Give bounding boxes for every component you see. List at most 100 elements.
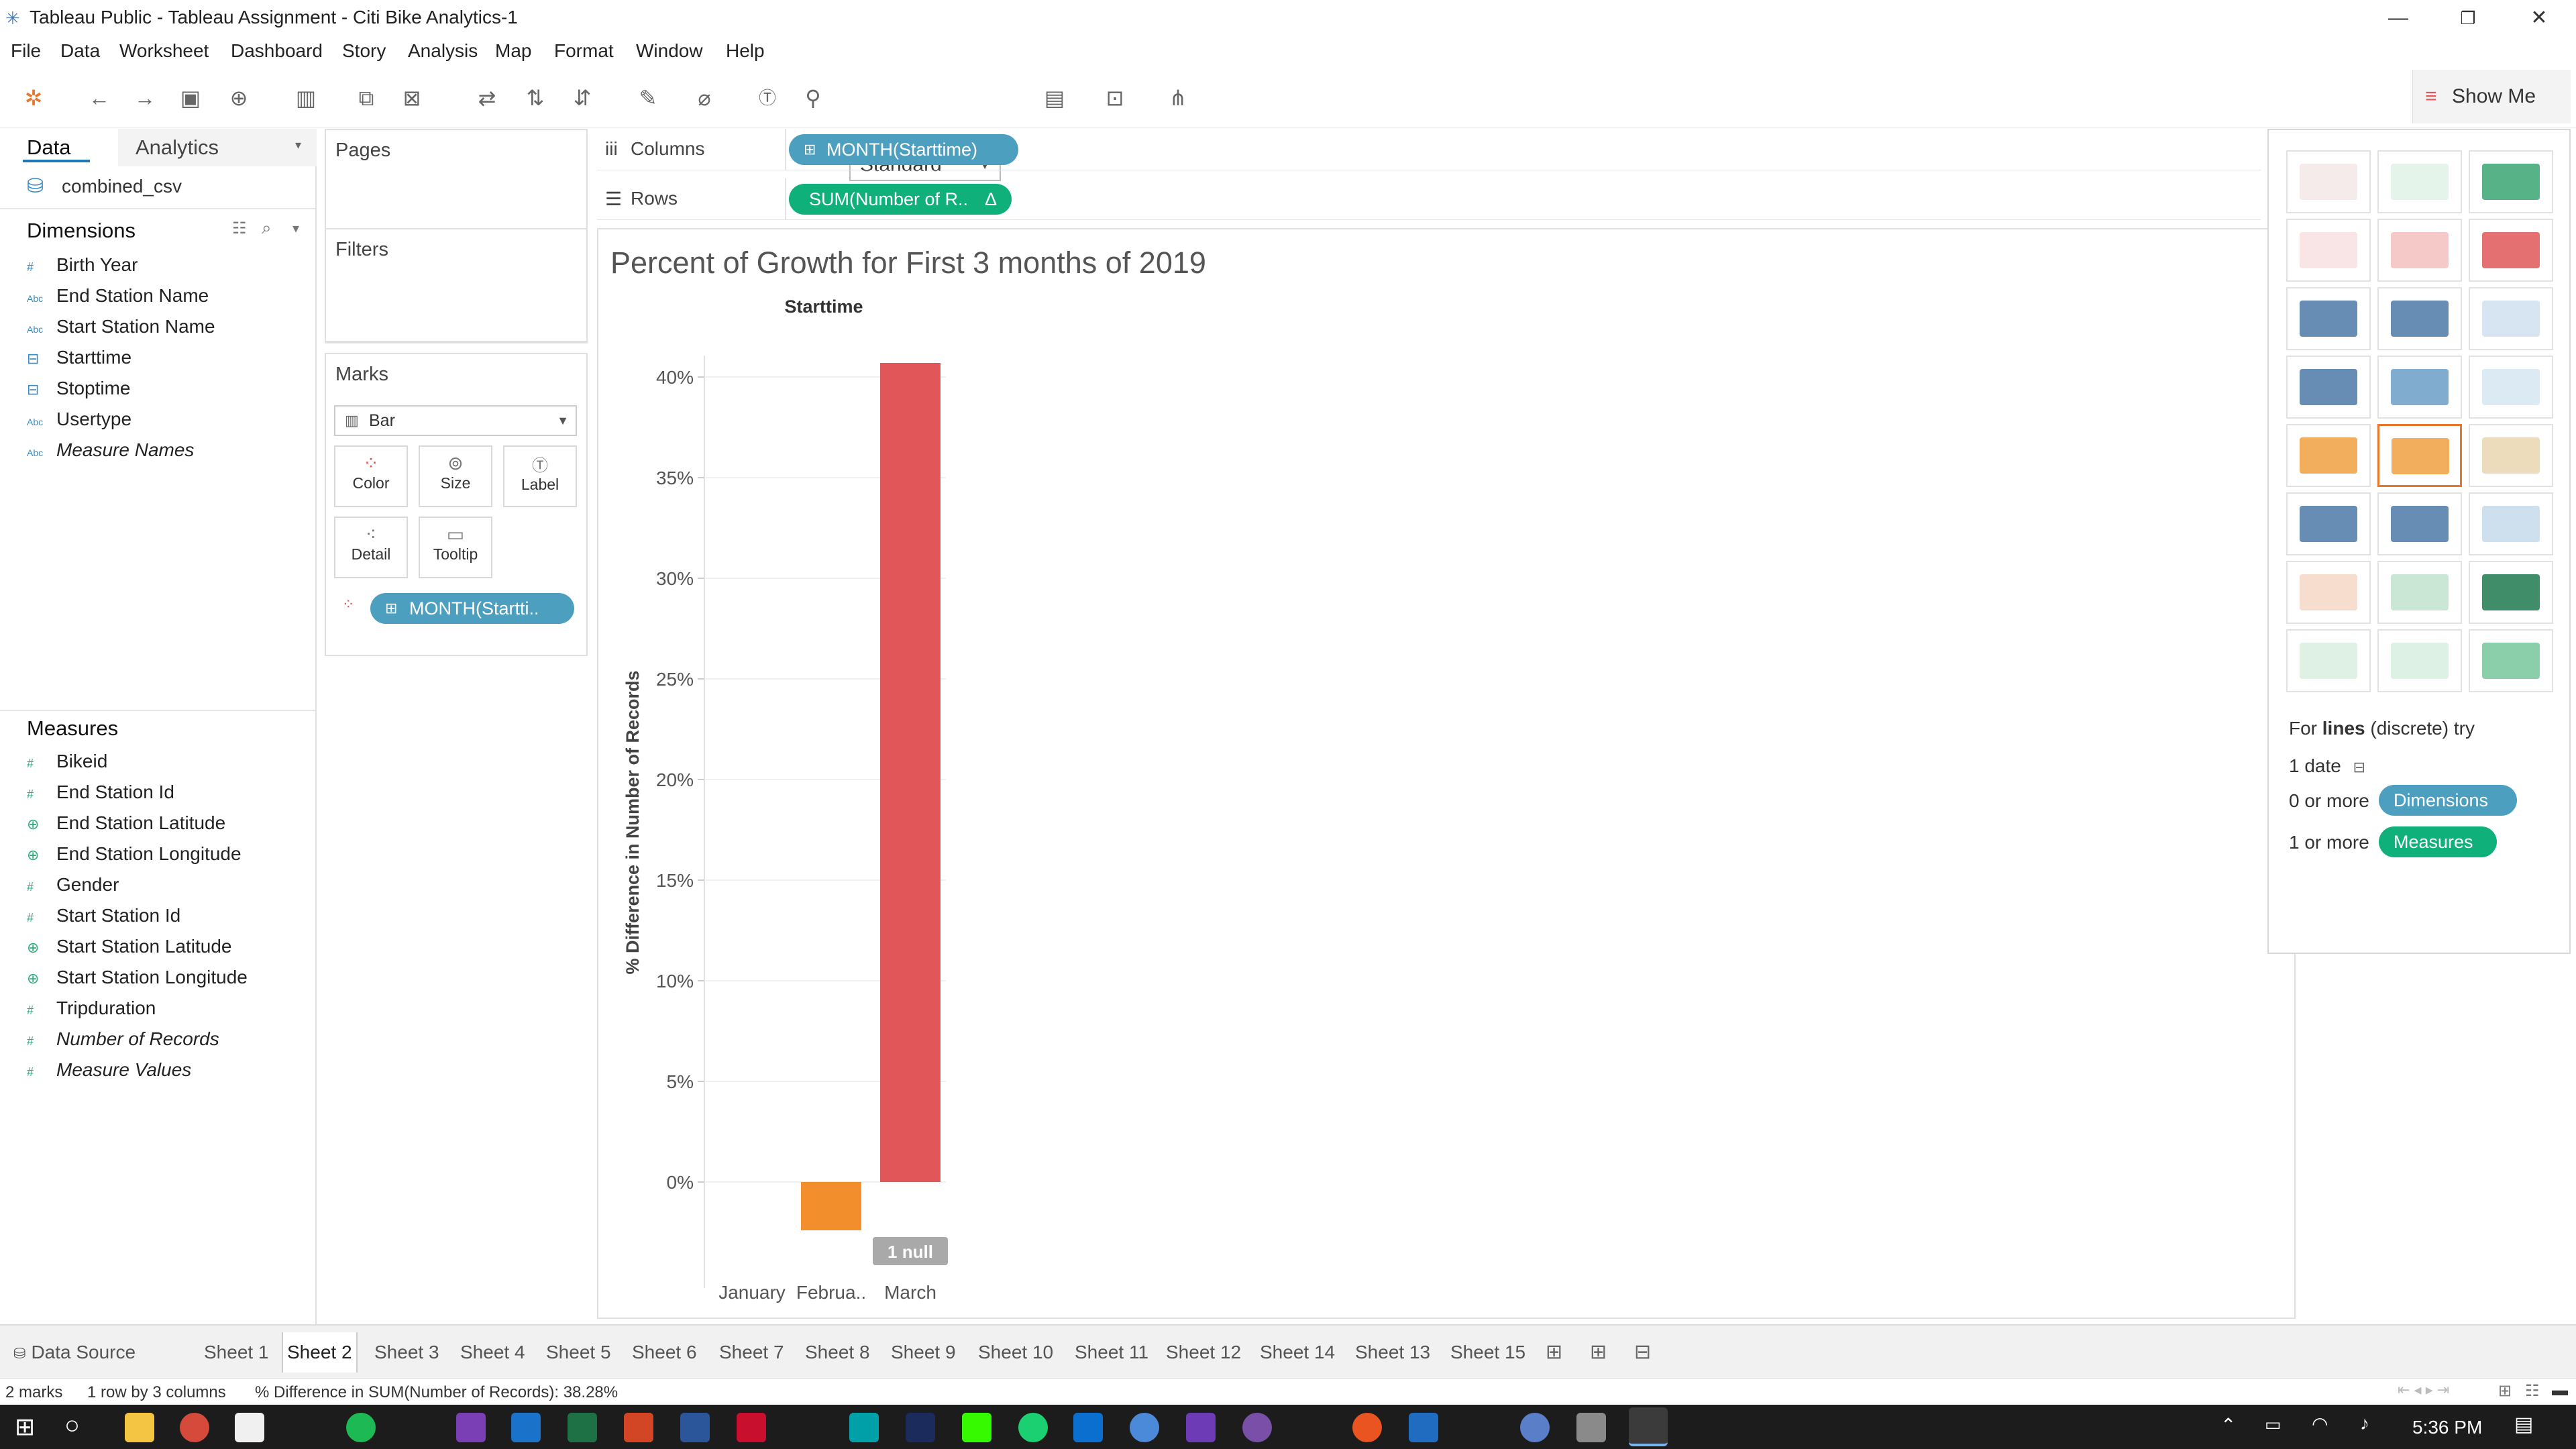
view-toggle-icon[interactable]: ☷: [232, 219, 247, 238]
label-button[interactable]: Ⓣ Label: [503, 445, 577, 507]
grid-view-icon[interactable]: ⊞: [2498, 1381, 2512, 1401]
chart-type-symbol-map-icon[interactable]: [2286, 219, 2371, 282]
swap-icon[interactable]: ⇄: [470, 80, 504, 115]
browser-icon[interactable]: [1130, 1413, 1159, 1442]
pin-icon[interactable]: ⚲: [796, 80, 830, 115]
color-button[interactable]: ⁘ Color: [334, 445, 408, 507]
chart-type-text-table-icon[interactable]: [2286, 150, 2371, 213]
forward-icon[interactable]: →: [127, 80, 162, 115]
filmstrip-view-icon[interactable]: ☷: [2525, 1381, 2540, 1401]
menu-analysis[interactable]: Analysis: [408, 40, 478, 62]
app-icon[interactable]: [1409, 1413, 1438, 1442]
excel-icon[interactable]: [568, 1413, 597, 1442]
field-end-station-latitude[interactable]: ⊕ End Station Latitude: [27, 808, 225, 839]
sort-descending-icon[interactable]: ⇵: [565, 80, 600, 115]
tableau-taskbar-icon[interactable]: [1629, 1407, 1668, 1446]
group-icon[interactable]: ⌀: [687, 80, 722, 115]
tab-analytics[interactable]: Analytics ▾: [118, 129, 317, 166]
menu-dashboard[interactable]: Dashboard: [231, 40, 323, 62]
field-measure-values[interactable]: # Measure Values: [27, 1055, 191, 1085]
chart-type-dual-lines-icon[interactable]: [2469, 424, 2553, 487]
chart-type-horizontal-bars-icon[interactable]: [2286, 287, 2371, 350]
cortana-icon[interactable]: ○: [64, 1411, 80, 1440]
tab-sheet-5[interactable]: Sheet 5: [542, 1332, 615, 1373]
restore-icon[interactable]: ❐: [2438, 3, 2498, 34]
chart-type-discrete-lines-icon[interactable]: [2377, 424, 2462, 487]
label-icon[interactable]: Ⓣ: [750, 80, 785, 115]
powerpoint-icon[interactable]: [624, 1413, 653, 1442]
windows-start-icon[interactable]: ⊞: [15, 1413, 35, 1441]
dreamweaver-icon[interactable]: [962, 1413, 991, 1442]
tab-sheet-15[interactable]: Sheet 15: [1446, 1332, 1529, 1373]
show-me-button[interactable]: ≡ Show Me: [2412, 70, 2571, 123]
chart-type-stacked-bars-icon[interactable]: [2377, 287, 2462, 350]
new-datasource-icon[interactable]: ⊕: [221, 80, 256, 115]
chart-type-scatter-plot-icon[interactable]: [2286, 561, 2371, 624]
database-icon[interactable]: [1576, 1413, 1606, 1442]
field-start-station-id[interactable]: # Start Station Id: [27, 900, 180, 931]
word-icon[interactable]: [680, 1413, 710, 1442]
new-worksheet-icon[interactable]: ▥: [288, 80, 323, 115]
share-icon[interactable]: ⋔: [1161, 80, 1195, 115]
field-bikeid[interactable]: # Bikeid: [27, 746, 107, 777]
field-start-station-latitude[interactable]: ⊕ Start Station Latitude: [27, 931, 232, 962]
volume-icon[interactable]: ♪: [2360, 1413, 2369, 1434]
tab-sheet-10[interactable]: Sheet 10: [974, 1332, 1057, 1373]
tab-sheet-14[interactable]: Sheet 14: [1256, 1332, 1339, 1373]
tab-sheet-7[interactable]: Sheet 7: [715, 1332, 788, 1373]
filters-card[interactable]: Filters: [325, 228, 588, 343]
new-dashboard-icon[interactable]: ⊞: [1590, 1340, 1607, 1364]
tab-sheet-6[interactable]: Sheet 6: [628, 1332, 701, 1373]
datasource-name[interactable]: combined_csv: [62, 176, 182, 197]
size-button[interactable]: ⊚ Size: [419, 445, 492, 507]
chart-type-highlight-table-icon[interactable]: [2469, 150, 2553, 213]
field-birth-year[interactable]: # Birth Year: [27, 250, 138, 280]
chart-type-treemap-icon[interactable]: [2286, 356, 2371, 419]
photoshop-icon[interactable]: [906, 1413, 935, 1442]
onenote-icon[interactable]: [456, 1413, 486, 1442]
duplicate-sheet-icon[interactable]: ⧉: [349, 80, 384, 115]
chart-type-side-by-side-bars-icon[interactable]: [2469, 287, 2553, 350]
menu-worksheet[interactable]: Worksheet: [119, 40, 209, 62]
vscode-icon[interactable]: [1073, 1413, 1103, 1442]
chart-type-area-discrete-icon[interactable]: [2377, 492, 2462, 555]
chevron-up-icon[interactable]: ⌃: [2220, 1414, 2236, 1436]
tab-sheet-8[interactable]: Sheet 8: [801, 1332, 874, 1373]
columns-shelf[interactable]: iii Columns ⊞ MONTH(Starttime): [597, 129, 2261, 170]
new-story-icon[interactable]: ⊟: [1634, 1340, 1651, 1364]
columns-pill-month[interactable]: ⊞ MONTH(Starttime): [789, 134, 1018, 165]
store-icon[interactable]: [235, 1413, 264, 1442]
chart-type-dual-combination-icon[interactable]: [2469, 492, 2553, 555]
jupyter-icon[interactable]: [1018, 1413, 1048, 1442]
field-stoptime[interactable]: ⊟ Stoptime: [27, 373, 131, 404]
field-usertype[interactable]: Abc Usertype: [27, 404, 131, 435]
github-icon[interactable]: [1242, 1413, 1272, 1442]
chart-type-packed-bubbles-icon[interactable]: [2469, 629, 2553, 692]
menu-map[interactable]: Map: [495, 40, 531, 62]
wifi-icon[interactable]: ◠: [2312, 1413, 2328, 1435]
r-icon[interactable]: [1520, 1413, 1550, 1442]
minimize-icon[interactable]: —: [2368, 3, 2428, 34]
tab-sheet-9[interactable]: Sheet 9: [887, 1332, 960, 1373]
show-cards-icon[interactable]: ▤: [1037, 80, 1072, 115]
acrobat-icon[interactable]: [737, 1413, 766, 1442]
menu-window[interactable]: Window: [636, 40, 703, 62]
tooltip-button[interactable]: ▭ Tooltip: [419, 517, 492, 578]
sort-ascending-icon[interactable]: ⇅: [518, 80, 553, 115]
clock[interactable]: 5:36 PM: [2412, 1417, 2482, 1438]
arduino-icon[interactable]: [849, 1413, 879, 1442]
chart-type-circle-views-icon[interactable]: [2377, 356, 2462, 419]
tab-sheet-12[interactable]: Sheet 12: [1162, 1332, 1245, 1373]
field-start-station-name[interactable]: Abc Start Station Name: [27, 311, 215, 342]
battery-icon[interactable]: ▭: [2265, 1414, 2282, 1435]
chart-type-gantt-chart-icon[interactable]: [2286, 629, 2371, 692]
field-end-station-name[interactable]: Abc End Station Name: [27, 280, 209, 311]
back-icon[interactable]: ←: [82, 80, 117, 115]
menu-story[interactable]: Story: [342, 40, 386, 62]
marks-pill-month[interactable]: ⊞ MONTH(Startti..: [370, 593, 574, 624]
sheet-nav-icons[interactable]: ⇤ ◂ ▸ ⇥: [2398, 1381, 2449, 1399]
menu-file[interactable]: File: [11, 40, 41, 62]
chart-type-bullet-graph-icon[interactable]: [2377, 629, 2462, 692]
tab-sheet-11[interactable]: Sheet 11: [1071, 1332, 1152, 1373]
detail-button[interactable]: ⁖ Detail: [334, 517, 408, 578]
